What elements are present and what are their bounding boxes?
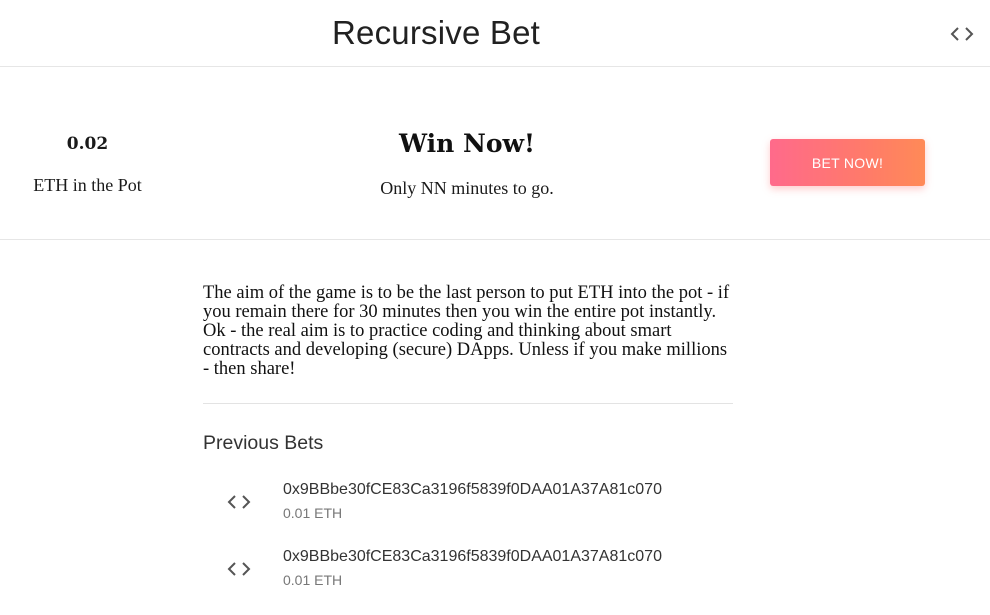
app-header: Recursive Bet	[0, 0, 990, 67]
code-icon	[227, 492, 251, 512]
pot-panel: 0.02 ETH in the Pot Win Now! Only NN min…	[0, 67, 990, 240]
code-icon	[227, 559, 251, 579]
previous-bets-heading: Previous Bets	[203, 432, 324, 454]
page-title: Recursive Bet	[332, 14, 541, 51]
bet-amount: 0.01 ETH	[283, 505, 343, 521]
bet-address: 0x9BBbe30fCE83Ca3196f5839f0DAA01A37A81c0…	[283, 548, 662, 565]
win-title: Win Now!	[398, 129, 536, 158]
list-item: 0x9BBbe30fCE83Ca3196f5839f0DAA01A37A81c0…	[203, 545, 733, 605]
pot-amount: 0.02	[66, 134, 109, 154]
game-description: The aim of the game is to be the last pe…	[203, 283, 730, 379]
bet-amount: 0.01 ETH	[283, 572, 343, 588]
bet-address: 0x9BBbe30fCE83Ca3196f5839f0DAA01A37A81c0…	[283, 481, 662, 498]
countdown-text: Only NN minutes to go.	[380, 178, 554, 198]
list-item: 0x9BBbe30fCE83Ca3196f5839f0DAA01A37A81c0…	[203, 478, 733, 538]
code-icon[interactable]	[950, 24, 974, 44]
divider	[203, 403, 733, 404]
pot-label: ETH in the Pot	[33, 175, 142, 195]
bet-now-button[interactable]: BET NOW!	[770, 139, 925, 186]
